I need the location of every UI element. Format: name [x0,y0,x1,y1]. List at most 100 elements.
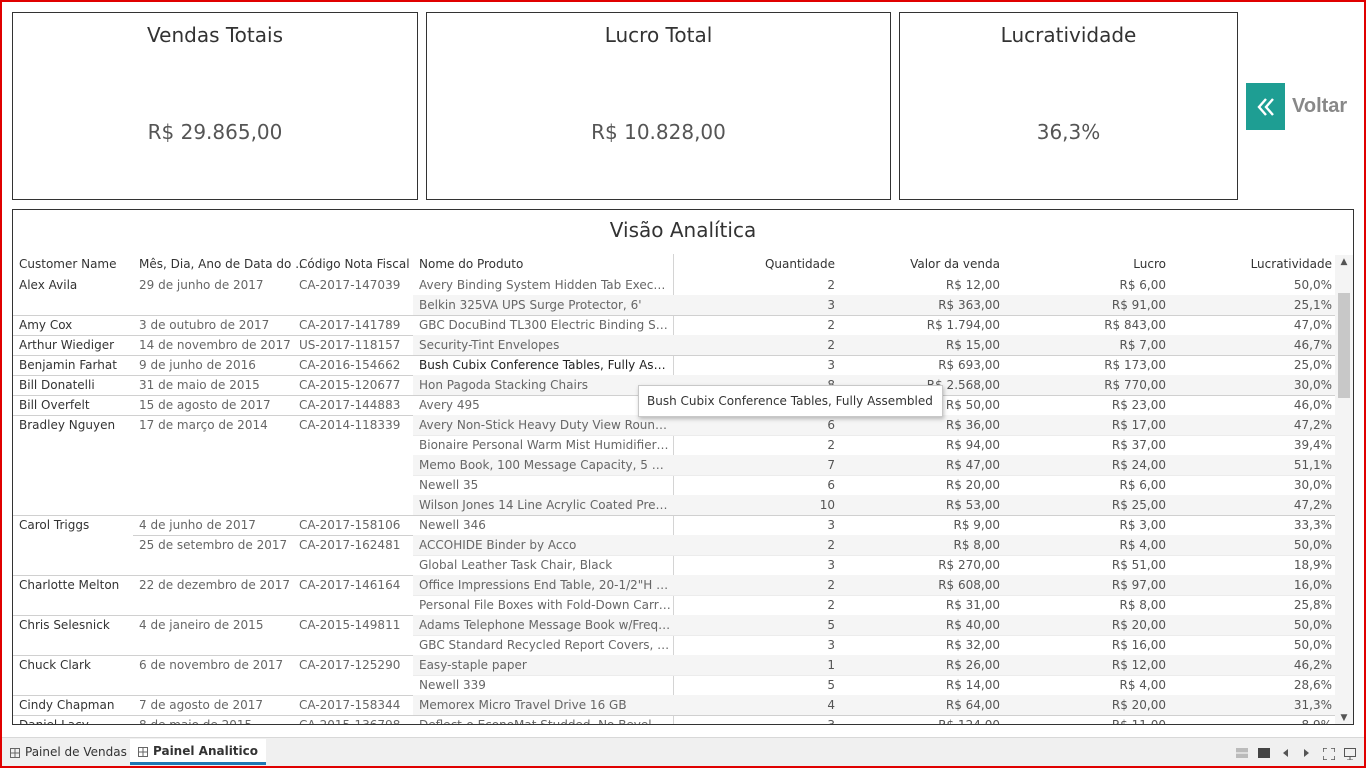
cell-product: Global Leather Task Chair, Black [419,558,613,572]
cell-date: 25 de setembro de 2017 [139,538,288,552]
table-row[interactable]: Amy Cox 3 de outubro de 2017 CA-2017-14178… [13,315,1335,335]
tab-painel-analitico[interactable]: Painel Analitico [130,739,267,765]
scrollbar-thumb[interactable] [1338,293,1350,398]
table-row[interactable]: Newell 35 6 R$ 20,00 R$ 6,00 30,0% [13,475,1335,495]
cell-product: Security-Tint Envelopes [419,338,560,352]
cell-profit: R$ 770,00 [1104,378,1166,392]
header-date[interactable]: Mês, Dia, Ano de Data do .. [139,257,303,271]
cell-customer: Chuck Clark [19,658,91,672]
table-row[interactable]: Belkin 325VA UPS Surge Protector, 6' 3 R$ … [13,295,1335,315]
cell-profit: R$ 4,00 [1119,678,1166,692]
scroll-up-arrow-icon[interactable]: ▲ [1335,255,1353,269]
cell-product: Newell 339 [419,678,486,692]
cell-profit: R$ 12,00 [1111,658,1166,672]
cell-sales: R$ 53,00 [945,498,1000,512]
cell-invoice: CA-2017-146164 [299,578,401,592]
cell-margin: 46,7% [1293,338,1332,352]
filmstrip-view-icon[interactable] [1258,748,1270,761]
cell-customer: Bill Overfelt [19,398,90,412]
cell-profit: R$ 6,00 [1119,478,1166,492]
cell-sales: R$ 36,00 [945,418,1000,432]
header-customer-name[interactable]: Customer Name [19,257,117,271]
table-row[interactable]: Newell 339 5 R$ 14,00 R$ 4,00 28,6% [13,675,1335,695]
cell-customer: Daniel Lacy [19,718,89,725]
header-product[interactable]: Nome do Produto [419,257,523,271]
kpi-value: R$ 10.828,00 [591,120,726,144]
row-divider [13,715,1335,716]
cell-margin: 50,0% [1293,618,1332,632]
cell-invoice: CA-2017-158106 [299,518,401,532]
cell-product: Avery 495 [419,398,480,412]
cell-margin: 50,0% [1293,638,1332,652]
kpi-card-lucratividade: Lucratividade 36,3% [899,12,1238,200]
cell-margin: 25,0% [1293,358,1332,372]
previous-sheet-icon[interactable] [1282,748,1290,761]
sheet-tab-bar: Painel de Vendas Painel Analitico [0,737,1366,768]
table-row[interactable]: Global Leather Task Chair, Black 3 R$ 270,… [13,555,1335,575]
cell-sales: R$ 9,00 [953,518,1000,532]
cell-profit: R$ 11,00 [1111,718,1166,725]
cell-product: ACCOHIDE Binder by Acco [419,538,577,552]
cell-sales: R$ 15,00 [945,338,1000,352]
cell-qty: 6 [827,418,835,432]
fullscreen-icon[interactable] [1322,747,1336,763]
row-divider [413,475,1335,476]
cell-sales: R$ 32,00 [945,638,1000,652]
table-row[interactable]: Personal File Boxes with Fold-Down Carry… [13,595,1335,615]
cell-sales: R$ 20,00 [945,478,1000,492]
row-divider [413,435,1335,436]
next-sheet-icon[interactable] [1302,748,1310,761]
cell-profit: R$ 843,00 [1104,318,1166,332]
cell-margin: 39,4% [1293,438,1332,452]
cell-product: Bionaire Personal Warm Mist Humidifier/V… [419,438,671,452]
header-quantity[interactable]: Quantidade [735,257,835,271]
cell-margin: 47,2% [1293,418,1332,432]
table-row[interactable]: Carol Triggs 4 de junho de 2017 CA-2017-15… [13,515,1335,535]
table-row[interactable]: Chuck Clark 6 de novembro de 2017 CA-2017-… [13,655,1335,675]
cell-qty: 4 [827,698,835,712]
cell-qty: 2 [827,598,835,612]
cell-customer: Amy Cox [19,318,73,332]
cell-qty: 6 [827,478,835,492]
table-row[interactable]: Arthur Wiediger 14 de novembro de 2017 US-… [13,335,1335,355]
header-margin[interactable]: Lucratividade [1192,257,1332,271]
cell-qty: 5 [827,678,835,692]
table-row[interactable]: Bionaire Personal Warm Mist Humidifier/V… [13,435,1335,455]
table-row[interactable]: Chris Selesnick 4 de janeiro de 2015 CA-20… [13,615,1335,635]
cell-profit: R$ 173,00 [1104,358,1166,372]
table-row[interactable]: Alex Avila 29 de junho de 2017 CA-2017-147… [13,275,1335,295]
cell-profit: R$ 91,00 [1111,298,1166,312]
header-sales[interactable]: Valor da venda [860,257,1000,271]
vertical-scrollbar[interactable]: ▲ ▼ [1335,255,1353,724]
table-row[interactable]: Daniel Lacy 8 de maio de 2015 CA-2015-1367… [13,715,1335,725]
table-row[interactable]: Wilson Jones 14 Line Acrylic Coated Pres… [13,495,1335,515]
cell-profit: R$ 51,00 [1111,558,1166,572]
cell-sales: R$ 12,00 [945,278,1000,292]
table-row[interactable]: Memo Book, 100 Message Capacity, 5 3/8" … [13,455,1335,475]
cell-date: 17 de março de 2014 [139,418,268,432]
voltar-button[interactable]: Voltar [1246,83,1347,130]
cell-profit: R$ 24,00 [1111,458,1166,472]
table-row[interactable]: Benjamin Farhat 9 de junho de 2016 CA-2016… [13,355,1335,375]
table-row[interactable]: 25 de setembro de 2017 CA-2017-162481 ACCO… [13,535,1335,555]
scroll-down-arrow-icon[interactable]: ▼ [1335,711,1353,724]
tab-painel-de-vendas[interactable]: Painel de Vendas [2,739,135,765]
table-row[interactable]: Bradley Nguyen 17 de março de 2014 CA-2014… [13,415,1335,435]
cell-margin: 28,6% [1293,678,1332,692]
table-row[interactable]: Charlotte Melton 22 de dezembro de 2017 CA… [13,575,1335,595]
table-header: Customer Name Mês, Dia, Ano de Data do .… [13,257,1335,275]
header-profit[interactable]: Lucro [1026,257,1166,271]
cell-product: Memo Book, 100 Message Capacity, 5 3/8" … [419,458,671,472]
cell-margin: 46,0% [1293,398,1332,412]
table-row[interactable]: Cindy Chapman 7 de agosto de 2017 CA-2017-… [13,695,1335,715]
cell-qty: 2 [827,538,835,552]
cell-profit: R$ 3,00 [1119,518,1166,532]
grid-view-icon[interactable] [1236,748,1248,761]
header-invoice[interactable]: Código Nota Fiscal [299,257,410,271]
cell-customer: Carol Triggs [19,518,90,532]
cell-product: GBC Standard Recycled Report Covers, Cle… [419,638,671,652]
table-row[interactable]: GBC Standard Recycled Report Covers, Cle… [13,635,1335,655]
presentation-mode-icon[interactable] [1344,748,1356,763]
cell-margin: 25,8% [1293,598,1332,612]
kpi-value: 36,3% [1036,120,1101,144]
